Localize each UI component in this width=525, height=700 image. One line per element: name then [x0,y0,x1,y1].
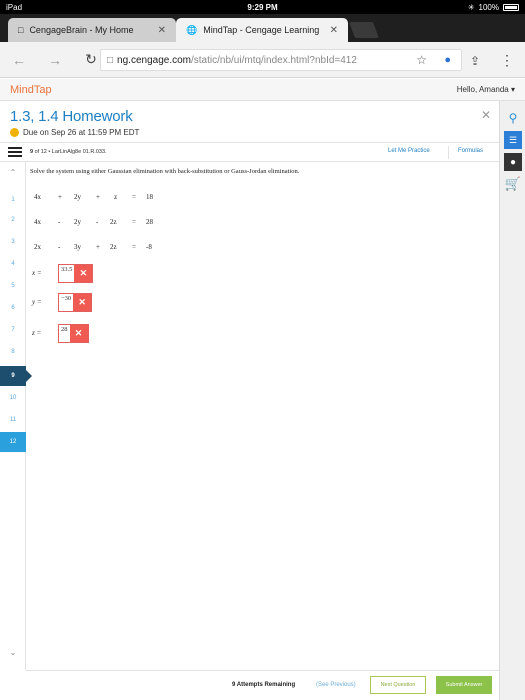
next-question-button[interactable]: Next Question [370,676,426,694]
person-icon[interactable]: ● [504,153,522,171]
rail-item-6[interactable]: 6 [0,298,26,318]
question-prompt: Solve the system using either Gaussian e… [30,168,300,175]
tab-label: MindTap - Cengage Learning [203,25,320,35]
rail-item-4[interactable]: 4 [0,254,26,274]
equation-row: 4x - 2y - 2z = 28 [34,218,153,226]
close-icon[interactable]: ✕ [158,25,166,36]
more-menu-icon[interactable]: ⋮ [500,52,514,69]
share-icon[interactable]: ⇪ [470,54,480,68]
rail-item-8[interactable]: 8 [0,342,26,362]
activity-header: 1.3, 1.4 Homework Due on Sep 26 at 11:59… [0,102,499,142]
reload-icon[interactable]: ↻ [80,51,102,68]
answer-x: x = 33.5 ✕ [32,263,94,283]
chevron-down-icon[interactable]: ⌄ [0,648,26,657]
battery-icon [503,3,519,11]
answer-input-y[interactable]: −30 [59,293,74,311]
page-icon: □ [107,54,114,66]
rail-item-12[interactable]: 12 [0,432,26,452]
cart-icon[interactable]: 🛒 [504,175,522,193]
answer-label: z = [32,329,42,337]
star-icon[interactable]: ☆ [416,53,427,67]
rail-item-2[interactable]: 2 [0,210,26,230]
url-path: /static/nb/ui/mtq/index.html?nbId=412 [191,54,357,66]
rail-item-10[interactable]: 10 [0,388,26,408]
microphone-icon[interactable]: ● [444,54,451,66]
mindtap-header: MindTap Hello, Amanda ▾ [0,79,525,101]
incorrect-x-icon: ✕ [74,264,93,282]
notebook-icon[interactable]: ☰ [504,131,522,149]
close-icon[interactable]: ✕ [330,25,338,36]
forward-icon[interactable]: → [44,52,66,68]
clock-time: 9:29 PM [247,2,278,12]
app-dock: ⚲ ☰ ● 🛒 [499,101,525,700]
answer-z: z = 28 ✕ [32,323,89,343]
due-date: Due on Sep 26 at 11:59 PM EDT [10,128,139,137]
answer-input-x[interactable]: 33.5 [59,264,75,282]
equation-row: 4x + 2y + z = 18 [34,193,153,201]
answer-label: x = [32,269,42,277]
url-host: ng.cengage.com [117,54,191,66]
question-info: 9 of 12 • LarLinAlg8e 01.R.033. [30,149,107,155]
question-footer: 9 Attempts Remaining (See Previous) Next… [26,670,499,700]
globe-icon: 🌐 [186,24,198,35]
question-toolbar: 9 of 12 • LarLinAlg8e 01.R.033. Let Me P… [0,142,499,162]
clock-icon [10,128,19,137]
chevron-up-icon[interactable]: ⌃ [0,168,26,177]
let-me-practice-link[interactable]: Let Me Practice [388,148,430,154]
answer-input-z[interactable]: 28 [59,324,70,342]
see-previous-link[interactable]: (See Previous) [316,682,356,688]
question-position: 9 [30,149,34,155]
hamburger-menu-icon[interactable] [8,147,22,157]
question-rail: ⌃ 1 2 3 4 5 6 7 8 9 10 11 12 ⌄ [0,162,32,670]
activity-title: 1.3, 1.4 Homework [10,108,133,125]
rail-item-5[interactable]: 5 [0,276,26,296]
rail-item-3[interactable]: 3 [0,232,26,252]
ios-status-bar: iPad 9:29 PM ✳ 100% [0,0,525,14]
due-text: Due on Sep 26 at 11:59 PM EDT [23,128,140,137]
browser-tab-strip: □ CengageBrain - My Home ✕ 🌐 MindTap - C… [0,14,525,42]
equation-row: 2x - 3y + 2z = -8 [34,243,152,251]
question-content: Solve the system using either Gaussian e… [30,168,495,343]
answer-label: y = [32,298,42,306]
answer-y: y = −30 ✕ [32,292,93,312]
rail-item-1[interactable]: 1 [0,190,26,210]
browser-toolbar: ← → ↻ □ ng.cengage.com /static/nb/ui/mtq… [0,42,525,78]
search-icon[interactable]: ⚲ [504,109,522,127]
incorrect-x-icon: ✕ [69,324,88,342]
address-bar[interactable]: □ ng.cengage.com /static/nb/ui/mtq/index… [100,49,462,71]
tab-label: CengageBrain - My Home [29,25,134,35]
back-icon[interactable]: ← [8,52,30,68]
rail-item-7[interactable]: 7 [0,320,26,340]
attempts-remaining: 9 Attempts Remaining [232,682,296,688]
new-tab-button[interactable] [349,22,379,38]
mindtap-logo[interactable]: MindTap [10,84,52,96]
submit-answer-button[interactable]: Submit Answer [436,676,492,694]
rail-item-9[interactable]: 9 [0,366,32,386]
formulas-link[interactable]: Formulas [458,148,483,154]
tab-cengagebrain[interactable]: □ CengageBrain - My Home ✕ [8,18,176,42]
incorrect-x-icon: ✕ [73,293,92,311]
close-icon[interactable]: ✕ [481,108,491,122]
page-icon: □ [18,25,24,35]
tab-mindtap[interactable]: 🌐 MindTap - Cengage Learning ✕ [176,18,348,42]
question-source: of 12 • LarLinAlg8e 01.R.033. [34,149,107,155]
user-greeting-menu[interactable]: Hello, Amanda ▾ [457,85,515,94]
rail-item-11[interactable]: 11 [0,410,26,430]
